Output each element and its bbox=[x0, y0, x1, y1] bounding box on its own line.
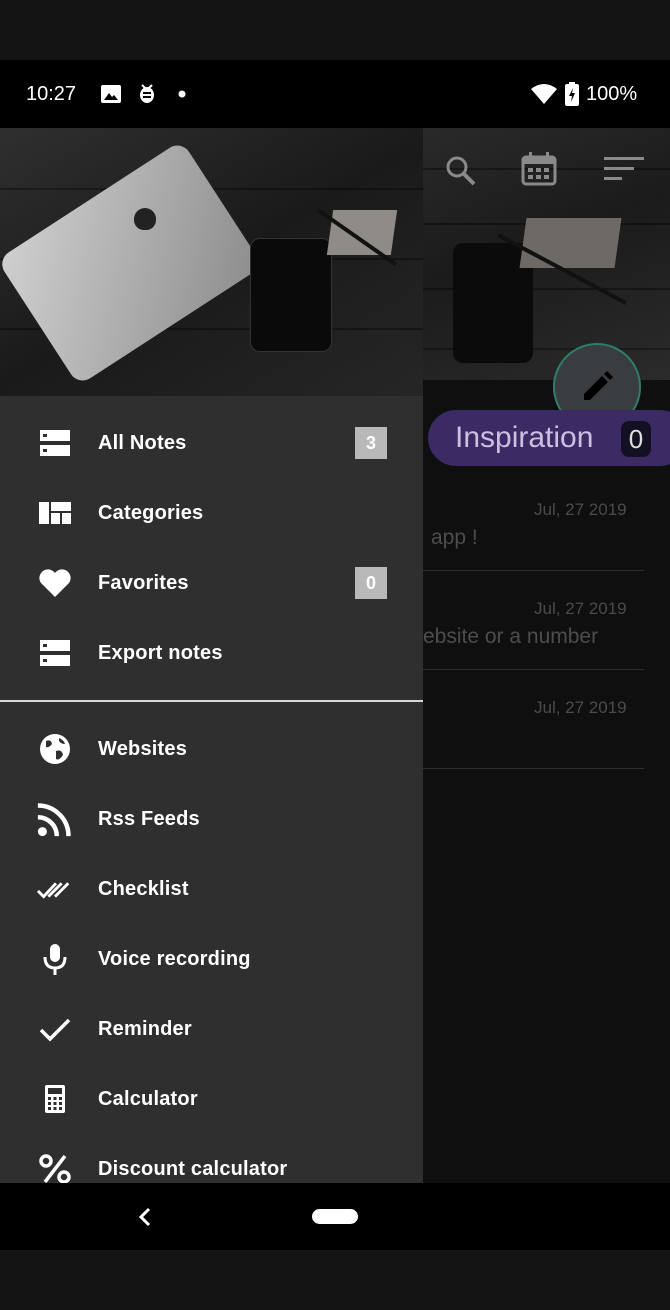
menu-item-export-notes[interactable]: Export notes bbox=[0, 618, 423, 688]
menu-item-calculator[interactable]: Calculator bbox=[0, 1064, 423, 1134]
globe-icon bbox=[40, 734, 70, 764]
note-text[interactable]: ebsite or a number bbox=[423, 625, 598, 649]
battery-percentage: 100% bbox=[586, 83, 638, 105]
menu-item-checklist[interactable]: Checklist bbox=[0, 854, 423, 924]
menu-item-label: Voice recording bbox=[98, 947, 251, 970]
notepad-photo bbox=[326, 210, 398, 255]
menu-item-label: All Notes bbox=[98, 431, 187, 454]
pencil-icon bbox=[584, 371, 613, 400]
menu-item-label: Categories bbox=[98, 501, 204, 524]
search-icon[interactable] bbox=[445, 155, 477, 187]
note-date: Jul, 27 2019 bbox=[534, 698, 627, 717]
category-chip-count: 0 bbox=[621, 421, 651, 457]
top-letterbox bbox=[0, 0, 670, 60]
drawer-divider bbox=[0, 700, 423, 702]
menu-item-favorites[interactable]: Favorites 0 bbox=[0, 548, 423, 618]
android-debug-icon bbox=[140, 84, 154, 103]
menu-item-categories[interactable]: Categories bbox=[0, 478, 423, 548]
system-navigation-bar bbox=[0, 1183, 670, 1250]
sort-icon[interactable] bbox=[604, 157, 644, 181]
note-text[interactable]: app ! bbox=[431, 526, 478, 550]
menu-item-voice-recording[interactable]: Voice recording bbox=[0, 924, 423, 994]
calculator-icon bbox=[45, 1085, 65, 1113]
check-icon bbox=[39, 1018, 71, 1042]
microphone-icon bbox=[43, 944, 67, 975]
phone-photo bbox=[250, 238, 332, 352]
notepad-photo bbox=[519, 218, 622, 268]
note-date: Jul, 27 2019 bbox=[534, 599, 627, 618]
favorites-count-badge: 0 bbox=[355, 567, 387, 599]
notes-count-badge: 3 bbox=[355, 427, 387, 459]
menu-item-label: Favorites bbox=[98, 571, 189, 594]
calendar-icon[interactable] bbox=[521, 152, 557, 186]
note-divider bbox=[423, 768, 644, 769]
menu-item-reminder[interactable]: Reminder bbox=[0, 994, 423, 1064]
menu-item-websites[interactable]: Websites bbox=[0, 714, 423, 784]
menu-item-label: Calculator bbox=[98, 1087, 198, 1110]
dashboard-icon bbox=[39, 502, 71, 524]
status-time: 10:27 bbox=[26, 83, 77, 105]
rss-icon bbox=[37, 803, 71, 837]
note-divider bbox=[423, 570, 644, 571]
drawer-header-image bbox=[0, 128, 423, 396]
note-date: Jul, 27 2019 bbox=[534, 500, 627, 519]
note-divider bbox=[423, 669, 644, 670]
storage-icon bbox=[40, 430, 70, 456]
category-chip-label: Inspiration bbox=[455, 421, 594, 454]
menu-item-all-notes[interactable]: All Notes 3 bbox=[0, 408, 423, 478]
storage-icon bbox=[40, 640, 70, 666]
bottom-letterbox bbox=[0, 1250, 670, 1310]
percent-icon bbox=[39, 1154, 71, 1183]
apple-logo-photo bbox=[134, 208, 156, 230]
status-bar: 10:27 100% bbox=[0, 60, 670, 128]
double-check-icon bbox=[37, 882, 70, 899]
dot-icon bbox=[178, 90, 186, 98]
home-pill-icon[interactable] bbox=[312, 1209, 358, 1224]
menu-item-rss-feeds[interactable]: Rss Feeds bbox=[0, 784, 423, 854]
menu-item-label: Websites bbox=[98, 737, 188, 760]
image-icon bbox=[101, 85, 121, 103]
menu-item-label: Checklist bbox=[98, 877, 189, 900]
menu-item-label: Reminder bbox=[98, 1017, 192, 1040]
heart-icon bbox=[39, 569, 71, 597]
wifi-icon bbox=[531, 84, 557, 104]
menu-item-label: Discount calculator bbox=[98, 1157, 288, 1180]
menu-item-label: Rss Feeds bbox=[98, 807, 200, 830]
menu-item-label: Export notes bbox=[98, 641, 223, 664]
battery-charging-icon bbox=[565, 82, 579, 106]
navigation-drawer: All Notes 3 Categories Favorites 0 Expor… bbox=[0, 128, 423, 1183]
menu-item-discount-calculator[interactable]: Discount calculator bbox=[0, 1134, 423, 1183]
back-icon[interactable] bbox=[138, 1207, 152, 1227]
